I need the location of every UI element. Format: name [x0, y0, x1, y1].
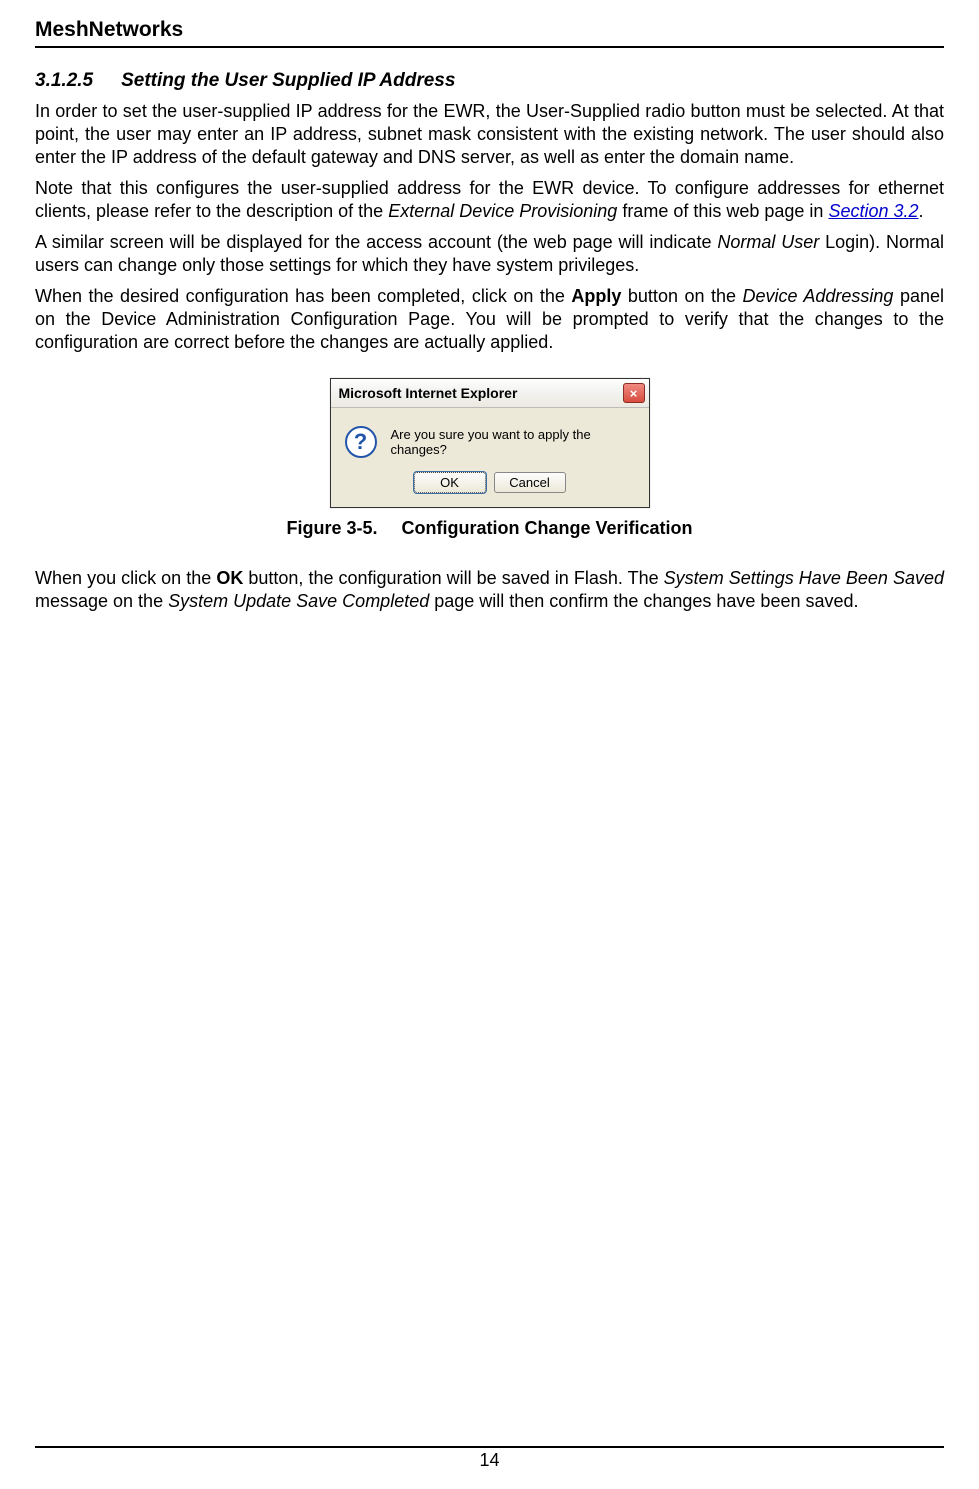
page-number: 14 — [35, 1450, 944, 1471]
confirm-dialog: Microsoft Internet Explorer × ? Are you … — [330, 378, 650, 508]
section-heading: 3.1.2.5 Setting the User Supplied IP Addr… — [35, 70, 944, 92]
section-3-2-link[interactable]: Section 3.2 — [828, 201, 918, 221]
header-rule — [35, 46, 944, 48]
page-footer: 14 — [35, 1446, 944, 1471]
dialog-button-row: OK Cancel — [331, 462, 649, 507]
p5-mid: button, the configuration will be saved … — [243, 568, 663, 588]
paragraph-1: In order to set the user-supplied IP add… — [35, 100, 944, 169]
p4-bold: Apply — [571, 286, 621, 306]
page-header-title: MeshNetworks — [35, 18, 944, 46]
p3-italic: Normal User — [717, 232, 819, 252]
cancel-button[interactable]: Cancel — [494, 472, 566, 493]
p5-mid2: message on the — [35, 591, 168, 611]
figure-area: Microsoft Internet Explorer × ? Are you … — [35, 378, 944, 539]
dialog-message: Are you sure you want to apply the chang… — [391, 427, 635, 457]
ok-button[interactable]: OK — [414, 472, 486, 493]
p4-mid: button on the — [621, 286, 742, 306]
paragraph-3: A similar screen will be displayed for t… — [35, 231, 944, 277]
p2-post: . — [919, 201, 924, 221]
figure-caption: Figure 3-5. Configuration Change Verifica… — [35, 518, 944, 539]
question-icon: ? — [345, 426, 377, 458]
p5-post: page will then confirm the changes have … — [429, 591, 858, 611]
section-number: 3.1.2.5 — [35, 70, 93, 92]
p5-bold: OK — [216, 568, 243, 588]
paragraph-5: When you click on the OK button, the con… — [35, 567, 944, 613]
p3-pre: A similar screen will be displayed for t… — [35, 232, 717, 252]
p5-italic2: System Update Save Completed — [168, 591, 429, 611]
dialog-body: ? Are you sure you want to apply the cha… — [331, 408, 649, 462]
paragraph-2: Note that this configures the user-suppl… — [35, 177, 944, 223]
dialog-title-text: Microsoft Internet Explorer — [339, 385, 518, 401]
p5-pre: When you click on the — [35, 568, 216, 588]
paragraph-4: When the desired configuration has been … — [35, 285, 944, 354]
footer-rule — [35, 1446, 944, 1448]
figure-number: Figure 3-5. — [286, 518, 377, 538]
p2-italic: External Device Provisioning — [388, 201, 617, 221]
dialog-titlebar: Microsoft Internet Explorer × — [331, 379, 649, 408]
p2-mid: frame of this web page in — [617, 201, 828, 221]
p4-pre: When the desired configuration has been … — [35, 286, 571, 306]
figure-caption-text: Configuration Change Verification — [402, 518, 693, 538]
p4-italic: Device Addressing — [743, 286, 894, 306]
p5-italic1: System Settings Have Been Saved — [664, 568, 944, 588]
section-title: Setting the User Supplied IP Address — [121, 70, 455, 91]
close-icon[interactable]: × — [623, 383, 645, 403]
